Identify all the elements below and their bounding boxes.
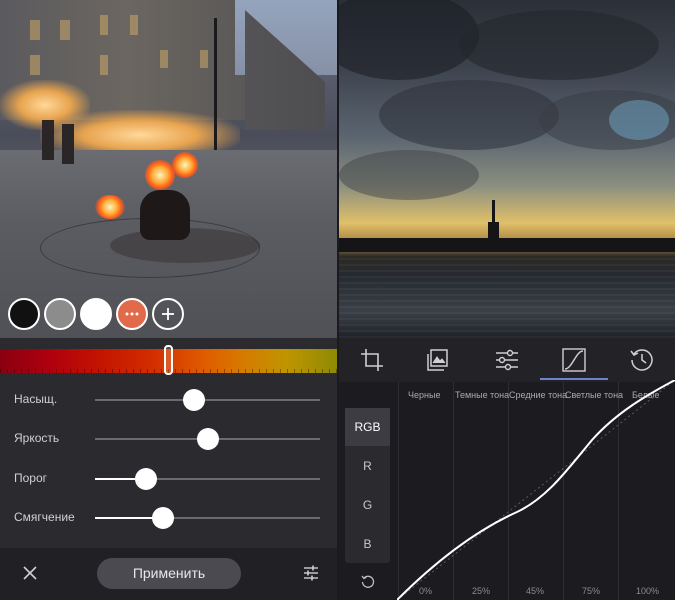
color-editor-panel: Насыщ. Яркость Порог Смягчение Применить xyxy=(0,0,337,600)
percent-label: 0% xyxy=(419,586,433,596)
channel-g[interactable]: G xyxy=(345,486,390,524)
swatch-add-button[interactable] xyxy=(152,298,184,330)
photo-preview-left xyxy=(0,0,337,338)
slider-knob[interactable] xyxy=(152,507,174,529)
slider-label: Яркость xyxy=(14,431,60,445)
sliders-icon[interactable] xyxy=(300,562,322,584)
channel-b[interactable]: B xyxy=(345,525,390,563)
slider-knob[interactable] xyxy=(197,428,219,450)
more-dots-icon xyxy=(125,312,139,316)
apply-button[interactable]: Применить xyxy=(97,558,241,589)
slider-track[interactable] xyxy=(95,399,320,401)
slider-knob[interactable] xyxy=(183,389,205,411)
slider-label: Порог xyxy=(14,471,48,485)
swatch-gray[interactable] xyxy=(44,298,76,330)
percent-label: 25% xyxy=(472,586,491,596)
channel-r[interactable]: R xyxy=(345,447,390,485)
close-icon[interactable] xyxy=(19,562,41,584)
toolbar xyxy=(339,338,675,382)
slider-track[interactable] xyxy=(95,517,320,519)
slider-threshold: Порог xyxy=(0,464,337,494)
percent-label: 45% xyxy=(526,586,545,596)
slider-softening: Смягчение xyxy=(0,503,337,533)
performer-figure xyxy=(140,190,190,240)
swatch-white[interactable] xyxy=(80,298,112,330)
curve-icon[interactable] xyxy=(560,346,588,374)
water xyxy=(339,252,675,338)
layers-image-icon[interactable] xyxy=(424,346,452,374)
channel-rgb[interactable]: RGB xyxy=(345,408,390,446)
sliders-icon[interactable] xyxy=(493,346,521,374)
slider-knob[interactable] xyxy=(135,468,157,490)
swatch-orange-more[interactable] xyxy=(116,298,148,330)
plus-icon xyxy=(162,308,174,320)
reset-icon[interactable] xyxy=(360,573,376,589)
curves-editor-panel: Черные Темные тона Средние тона Светлые … xyxy=(339,0,675,600)
percent-label: 100% xyxy=(636,586,660,596)
history-icon[interactable] xyxy=(628,346,656,374)
slider-track[interactable] xyxy=(95,478,320,480)
hue-handle[interactable] xyxy=(164,345,173,375)
slider-brightness: Яркость xyxy=(0,424,337,454)
photo-preview-right xyxy=(339,0,675,338)
channel-selector: RGB R G B xyxy=(345,408,390,563)
swatch-black[interactable] xyxy=(8,298,40,330)
crop-icon[interactable] xyxy=(358,346,386,374)
tone-curve[interactable] xyxy=(397,380,675,600)
skyline xyxy=(339,238,675,252)
lamp-post xyxy=(214,18,217,168)
slider-label: Насыщ. xyxy=(14,392,58,406)
slider-label: Смягчение xyxy=(14,510,75,524)
percent-label: 75% xyxy=(582,586,601,596)
slider-saturation: Насыщ. xyxy=(0,385,337,415)
